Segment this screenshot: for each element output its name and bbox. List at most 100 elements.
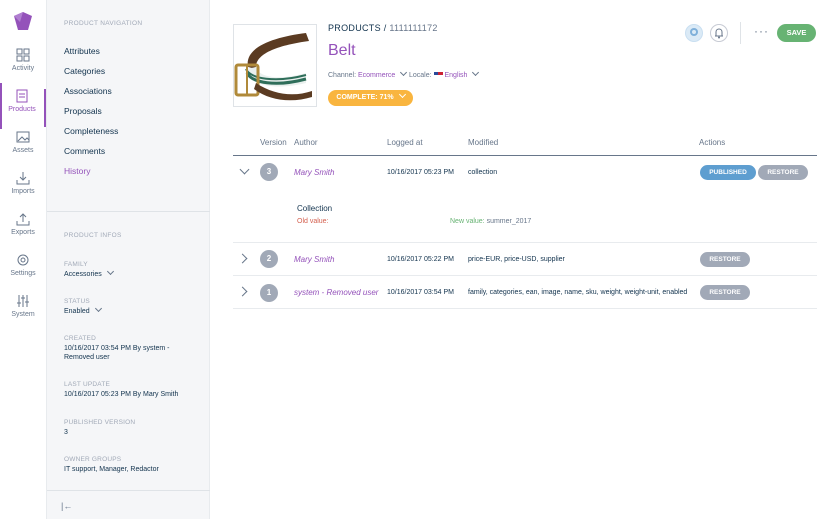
column-header-logged-at: Logged at bbox=[387, 138, 423, 147]
chevron-right-icon[interactable] bbox=[237, 286, 248, 297]
menu-label: Exports bbox=[11, 229, 35, 236]
header-divider bbox=[740, 22, 741, 44]
logged-at: 10/16/2017 05:23 PM bbox=[387, 169, 454, 176]
belt-image bbox=[234, 25, 316, 106]
column-header-author: Author bbox=[294, 138, 318, 147]
column-header-actions: Actions bbox=[699, 138, 726, 147]
chevron-down-icon[interactable] bbox=[239, 164, 250, 175]
published-version-value: 3 bbox=[64, 429, 68, 436]
locale-label: Locale: bbox=[409, 72, 434, 79]
channel-label: Channel: bbox=[328, 72, 358, 79]
published-badge: PUBLISHED bbox=[700, 165, 756, 180]
bell-icon bbox=[715, 28, 723, 39]
gear-icon bbox=[17, 254, 29, 266]
menu-item-activity[interactable]: Activity bbox=[0, 48, 46, 86]
dashboard-icon bbox=[16, 48, 30, 62]
logged-at: 10/16/2017 03:54 PM bbox=[387, 289, 454, 296]
menu-item-system[interactable]: System bbox=[0, 294, 46, 332]
status-select[interactable]: Enabled bbox=[64, 304, 194, 316]
chevron-down-icon bbox=[398, 90, 406, 99]
user-avatar-button[interactable] bbox=[685, 24, 703, 42]
download-icon bbox=[16, 172, 30, 185]
us-flag-icon bbox=[433, 72, 443, 79]
nav-link-comments[interactable]: Comments bbox=[64, 146, 105, 156]
more-options-button[interactable]: ··· bbox=[754, 24, 769, 38]
product-navigation-title: PRODUCT NAVIGATION bbox=[64, 20, 143, 27]
nav-link-history[interactable]: History bbox=[64, 166, 90, 176]
breadcrumb-products[interactable]: PRODUCTS bbox=[328, 23, 381, 33]
menu-label: Activity bbox=[11, 65, 35, 72]
save-button[interactable]: SAVE bbox=[777, 24, 816, 42]
column-header-modified: Modified bbox=[468, 138, 499, 147]
image-icon bbox=[16, 131, 30, 143]
breadcrumb-product-id: 1111111172 bbox=[389, 23, 438, 33]
family-value: Accessories bbox=[64, 271, 102, 278]
menu-item-settings[interactable]: Settings bbox=[0, 253, 46, 291]
divider bbox=[47, 490, 210, 491]
chevron-down-icon bbox=[94, 304, 102, 313]
product-image[interactable] bbox=[233, 24, 317, 107]
completeness-dropdown[interactable]: COMPLETE: 71% bbox=[328, 90, 413, 106]
nav-link-attributes[interactable]: Attributes bbox=[64, 46, 100, 56]
old-value-label: Old value: bbox=[297, 218, 329, 225]
akeneo-logo[interactable] bbox=[12, 10, 34, 32]
product-infos-title: PRODUCT INFOS bbox=[64, 232, 122, 239]
owner-groups-value: IT support, Manager, Redactor bbox=[64, 466, 159, 473]
chevron-down-icon bbox=[400, 68, 408, 77]
author-name[interactable]: Mary Smith bbox=[294, 168, 334, 177]
modified-fields: family, categories, ean, image, name, sk… bbox=[468, 289, 688, 296]
upload-icon bbox=[16, 213, 30, 226]
row-divider bbox=[233, 242, 817, 243]
locale-switcher[interactable]: Locale: English bbox=[409, 68, 480, 79]
chevron-right-icon[interactable] bbox=[237, 253, 248, 264]
status-label: STATUS bbox=[64, 298, 90, 305]
restore-button[interactable]: RESTORE bbox=[700, 285, 750, 300]
collapse-icon[interactable]: |← bbox=[61, 501, 72, 511]
author-name[interactable]: system - Removed user bbox=[294, 288, 378, 297]
notifications-button[interactable] bbox=[710, 24, 728, 42]
nav-link-categories[interactable]: Categories bbox=[64, 66, 105, 76]
menu-item-products[interactable]: Products bbox=[0, 83, 46, 129]
column-header-version: Version bbox=[260, 138, 287, 147]
sliders-icon bbox=[17, 295, 29, 307]
version-badge: 1 bbox=[260, 284, 278, 302]
restore-button[interactable]: RESTORE bbox=[700, 252, 750, 267]
channel-switcher[interactable]: Channel: Ecommerce bbox=[328, 68, 408, 79]
table-header-divider bbox=[233, 155, 817, 156]
last-update-value: 10/16/2017 05:23 PM By Mary Smith bbox=[64, 391, 179, 398]
menu-label: Settings bbox=[10, 270, 36, 277]
version-badge: 3 bbox=[260, 163, 278, 181]
published-version-label: PUBLISHED VERSION bbox=[64, 419, 136, 426]
family-label: FAMILY bbox=[64, 261, 88, 268]
menu-label: Assets bbox=[12, 147, 34, 154]
row-divider bbox=[233, 308, 817, 309]
new-value-text: summer_2017 bbox=[486, 218, 532, 225]
restore-button[interactable]: RESTORE bbox=[758, 165, 808, 180]
menu-label: Imports bbox=[11, 188, 35, 195]
logged-at: 10/16/2017 05:22 PM bbox=[387, 256, 454, 263]
avatar-icon bbox=[690, 28, 698, 36]
author-name[interactable]: Mary Smith bbox=[294, 255, 334, 264]
nav-link-proposals[interactable]: Proposals bbox=[64, 106, 102, 116]
changed-field-name: Collection bbox=[297, 204, 333, 213]
menu-item-exports[interactable]: Exports bbox=[0, 212, 46, 250]
menu-label: System bbox=[11, 311, 35, 318]
page-title: Belt bbox=[328, 42, 356, 59]
last-update-label: LAST UPDATE bbox=[64, 381, 111, 388]
created-label: CREATED bbox=[64, 335, 96, 342]
column-navigation: PRODUCT NAVIGATION Attributes Categories… bbox=[47, 0, 210, 519]
modified-fields: price-EUR, price-USD, supplier bbox=[468, 256, 565, 263]
nav-link-associations[interactable]: Associations bbox=[64, 86, 112, 96]
breadcrumb: PRODUCTS / 1111111172 bbox=[328, 23, 438, 33]
completeness-label: COMPLETE: 71% bbox=[336, 94, 394, 101]
chevron-down-icon bbox=[472, 68, 480, 77]
divider bbox=[47, 211, 210, 212]
menu-item-imports[interactable]: Imports bbox=[0, 171, 46, 209]
created-value: 10/16/2017 03:54 PM By system - Removed … bbox=[64, 345, 170, 361]
nav-link-completeness[interactable]: Completeness bbox=[64, 126, 118, 136]
menu-item-assets[interactable]: Assets bbox=[0, 130, 46, 168]
menu-label: Products bbox=[8, 106, 36, 113]
new-value: New value: summer_2017 bbox=[450, 218, 531, 225]
new-value-label: New value: bbox=[450, 218, 487, 225]
family-select[interactable]: Accessories bbox=[64, 267, 194, 279]
